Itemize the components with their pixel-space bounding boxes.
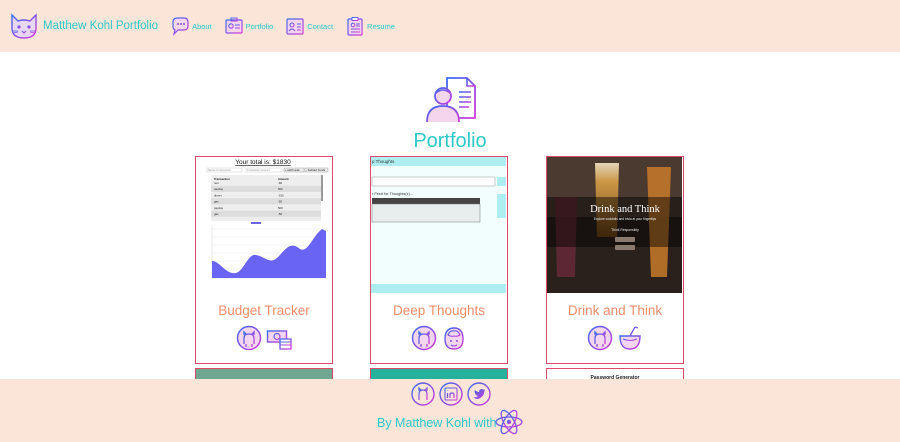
table-row-stripe <box>211 185 321 192</box>
table-cell-transaction: payday <box>214 187 224 191</box>
project-card-drink-and-think[interactable]: Drink and Think Explore cocktails and tr… <box>546 156 684 364</box>
github-icon[interactable] <box>411 325 437 351</box>
table-cell-amount: -50 <box>278 200 282 204</box>
nav-about-label: About <box>192 21 212 31</box>
nav-contact[interactable]: Contact <box>285 16 333 36</box>
social-links <box>411 382 491 406</box>
nav-portfolio[interactable]: Portfolio <box>224 16 274 36</box>
github-icon[interactable] <box>236 325 262 351</box>
drink-note: Think Responsibly <box>611 228 639 232</box>
nav-contact-label: Contact <box>307 21 334 31</box>
budget-total-heading: Your total is: $1830 <box>235 159 291 166</box>
budget-name-input: Name of transaction <box>208 168 232 172</box>
project-title: Budget Tracker <box>218 303 310 318</box>
project-card-deep-thoughts[interactable]: p Thoughts r Feed for Thoughts(s)... Dee… <box>370 156 508 364</box>
drink-heading: Drink and Think <box>590 204 661 215</box>
project-card-budget-tracker[interactable]: Your total is: $1830 Name of transaction… <box>195 156 333 364</box>
project-title: Deep Thoughts <box>392 303 486 318</box>
project-links <box>196 325 332 351</box>
react-atom-icon <box>495 409 523 435</box>
money-stack-icon[interactable] <box>266 325 292 351</box>
table-cell-amount: -50 <box>278 212 282 216</box>
footer: By Matthew Kohl with <box>0 379 900 442</box>
nav-resume-label: Resume <box>367 21 395 31</box>
footer-byline: By Matthew Kohl with <box>377 416 497 430</box>
drink-and-think-thumbnail[interactable]: Drink and Think Explore cocktails and tr… <box>547 157 682 293</box>
person-document-icon <box>426 77 476 123</box>
thought-bubble-icon <box>172 17 189 36</box>
budget-add-button: + Add Funds <box>285 168 300 172</box>
coconut-drink-icon[interactable] <box>617 325 643 351</box>
budget-amount-input: Transaction amount <box>247 168 270 172</box>
deep-thoughts-top-label: p Thoughts <box>372 159 395 164</box>
project-links <box>547 325 683 351</box>
deep-thoughts-feed-label: r Feed for Thoughts(s)... <box>372 192 413 196</box>
page-title: Portfolio <box>413 130 487 152</box>
table-row-stripe <box>211 210 321 217</box>
brain-head-icon[interactable] <box>441 325 467 351</box>
table-cell-transaction: gas <box>214 212 219 216</box>
table-cell-amount: -150 <box>278 193 284 197</box>
table-cell-amount: 500 <box>278 187 283 191</box>
table-cell-amount: 500 <box>278 206 283 210</box>
nav-portfolio-label: Portfolio <box>245 21 274 31</box>
table-cell-transaction: payday <box>214 206 224 210</box>
brand-link[interactable]: Matthew Kohl Portfolio <box>9 12 158 40</box>
budget-tracker-thumbnail[interactable]: Your total is: $1830 Name of transaction… <box>196 157 331 293</box>
budget-subtract-button: - Subtract Funds <box>306 168 326 172</box>
twitter-icon[interactable] <box>467 382 491 406</box>
table-cell-transaction: gas <box>214 200 219 204</box>
github-icon[interactable] <box>411 382 435 406</box>
github-icon[interactable] <box>587 325 613 351</box>
table-row-stripe <box>211 198 321 205</box>
project-links <box>371 325 507 351</box>
table-cell-transaction: rent <box>214 181 219 185</box>
table-cell-amount: -80 <box>278 181 282 185</box>
page: Matthew Kohl Portfolio About Portfolio C… <box>0 0 900 442</box>
nav-resume[interactable]: Resume <box>345 16 395 36</box>
brand-label: Matthew Kohl Portfolio <box>43 20 159 32</box>
linkedin-icon[interactable] <box>439 382 463 406</box>
deep-thoughts-thumbnail[interactable]: p Thoughts r Feed for Thoughts(s)... <box>371 157 506 293</box>
table-cell-transaction: dinner <box>214 193 222 197</box>
cat-logo-icon <box>11 13 37 39</box>
top-navbar: Matthew Kohl Portfolio About Portfolio C… <box>0 0 900 52</box>
nav-about[interactable]: About <box>170 16 212 36</box>
drink-subtitle: Explore cocktails and trivia at your fin… <box>594 217 657 221</box>
project-title: Drink and Think <box>567 303 663 318</box>
contact-card-icon <box>286 18 304 35</box>
resume-clipboard-icon <box>347 17 363 36</box>
portfolio-id-card-icon <box>225 17 243 34</box>
